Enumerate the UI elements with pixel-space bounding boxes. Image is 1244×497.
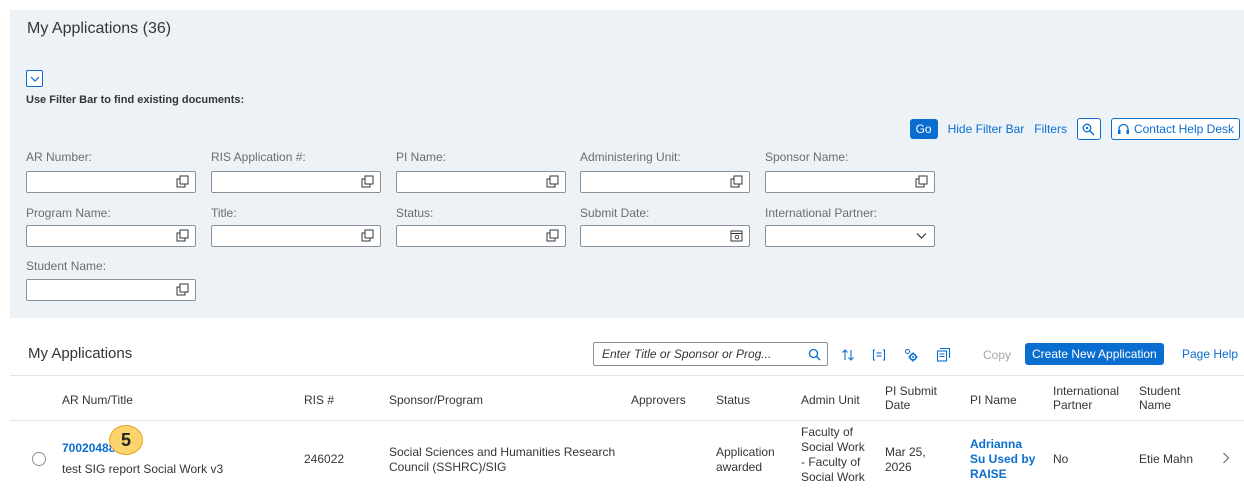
sponsor-name-input[interactable] <box>765 171 935 193</box>
ar-title: test SIG report Social Work v3 <box>62 462 224 476</box>
value-help-icon[interactable] <box>361 175 374 188</box>
magnifier-icon <box>1083 123 1095 136</box>
col-sponsor-program[interactable]: Sponsor/Program <box>389 393 483 407</box>
sponsor-program: Social Sciences and Humanities Research … <box>389 445 616 474</box>
international-partner: No <box>1053 452 1069 466</box>
value-help-icon[interactable] <box>546 175 559 188</box>
value-help-icon[interactable] <box>176 283 189 296</box>
sponsor-name-label: Sponsor Name: <box>765 150 849 164</box>
ris-application-label: RIS Application #: <box>211 150 306 164</box>
ar-number-label: AR Number: <box>26 150 93 164</box>
search-settings-button[interactable] <box>1076 118 1101 140</box>
value-help-icon[interactable] <box>361 229 374 242</box>
create-new-application-button[interactable]: Create New Application <box>1025 343 1164 365</box>
value-help-icon[interactable] <box>546 229 559 242</box>
value-help-icon[interactable] <box>176 175 189 188</box>
col-admin-unit[interactable]: Admin Unit <box>801 393 860 407</box>
headset-icon <box>1117 123 1129 134</box>
chevron-down-icon <box>916 233 927 239</box>
calendar-icon[interactable] <box>730 229 743 242</box>
col-international-partner[interactable]: International Partner <box>1053 384 1127 412</box>
search-icon[interactable] <box>808 348 821 361</box>
filter-toolbar: Go Hide Filter Bar Filters Contact Help … <box>909 118 1240 140</box>
status-label: Status: <box>396 206 434 220</box>
international-partner-select[interactable] <box>765 225 935 247</box>
title-input[interactable] <box>211 225 381 247</box>
hide-filter-bar-button[interactable]: Hide Filter Bar <box>948 122 1025 136</box>
pi-submit-date: Mar 25, 2026 <box>885 445 926 474</box>
status-input[interactable] <box>396 225 566 247</box>
filters-button[interactable]: Filters <box>1034 122 1067 136</box>
page-title: My Applications (36) <box>27 20 172 37</box>
administering-unit-label: Administering Unit: <box>580 150 681 164</box>
group-icon[interactable] <box>872 348 886 362</box>
col-student-name[interactable]: Student Name <box>1139 384 1191 412</box>
header-separator <box>10 375 1244 376</box>
col-ris[interactable]: RIS # <box>304 393 334 407</box>
col-pi-name[interactable]: PI Name <box>970 393 1017 407</box>
table-title: My Applications <box>28 345 133 362</box>
pi-name-input[interactable] <box>396 171 566 193</box>
value-help-icon[interactable] <box>176 229 189 242</box>
contact-help-desk-label: Contact Help Desk <box>1133 122 1234 136</box>
export-icon[interactable] <box>936 347 951 362</box>
filter-hint: Use Filter Bar to find existing document… <box>26 94 245 106</box>
pi-name-link[interactable]: Adrianna Su Used by RAISE <box>970 437 1040 482</box>
admin-unit: Faculty of Social Work - Faculty of Soci… <box>801 425 865 484</box>
copy-button[interactable]: Copy <box>983 348 1011 362</box>
student-name-input[interactable] <box>26 279 196 301</box>
title-label: Title: <box>211 206 237 220</box>
settings-icon[interactable] <box>904 348 919 363</box>
student-name-label: Student Name: <box>26 259 107 273</box>
expand-header-button[interactable] <box>26 70 43 87</box>
submit-date-label: Submit Date: <box>580 206 650 220</box>
row-select-radio[interactable] <box>32 452 46 466</box>
column-header-separator <box>10 420 1244 421</box>
table-search-input[interactable] <box>602 344 802 364</box>
step-marker-badge: 5 <box>109 425 143 455</box>
program-name-input[interactable] <box>26 225 196 247</box>
value-help-icon[interactable] <box>915 175 928 188</box>
administering-unit-input[interactable] <box>580 171 750 193</box>
value-help-icon[interactable] <box>730 175 743 188</box>
pi-name-label: PI Name: <box>396 150 447 164</box>
table-search-field[interactable] <box>593 342 828 366</box>
go-button[interactable]: Go <box>909 119 938 139</box>
chevron-down-icon <box>30 76 39 82</box>
ar-number-input[interactable] <box>26 171 196 193</box>
col-status[interactable]: Status <box>716 393 750 407</box>
ar-number-link[interactable]: 70020488 <box>62 441 115 456</box>
program-name-label: Program Name: <box>26 206 111 220</box>
student-name: Etie Mahn <box>1139 452 1194 466</box>
international-partner-label: International Partner: <box>765 206 878 220</box>
contact-help-desk-button[interactable]: Contact Help Desk <box>1110 118 1240 140</box>
page-help-button[interactable]: Page Help <box>1182 347 1238 361</box>
ris-application-input[interactable] <box>211 171 381 193</box>
col-approvers[interactable]: Approvers <box>631 393 686 407</box>
col-pi-submit-date[interactable]: PI Submit Date <box>885 384 947 412</box>
status: Application awarded <box>716 445 775 474</box>
ris-number: 246022 <box>304 452 345 466</box>
col-ar-num-title[interactable]: AR Num/Title <box>62 393 133 407</box>
chevron-right-icon[interactable] <box>1222 452 1230 464</box>
submit-date-input[interactable] <box>580 225 750 247</box>
sort-icon[interactable] <box>841 348 855 362</box>
filter-panel <box>10 10 1244 318</box>
